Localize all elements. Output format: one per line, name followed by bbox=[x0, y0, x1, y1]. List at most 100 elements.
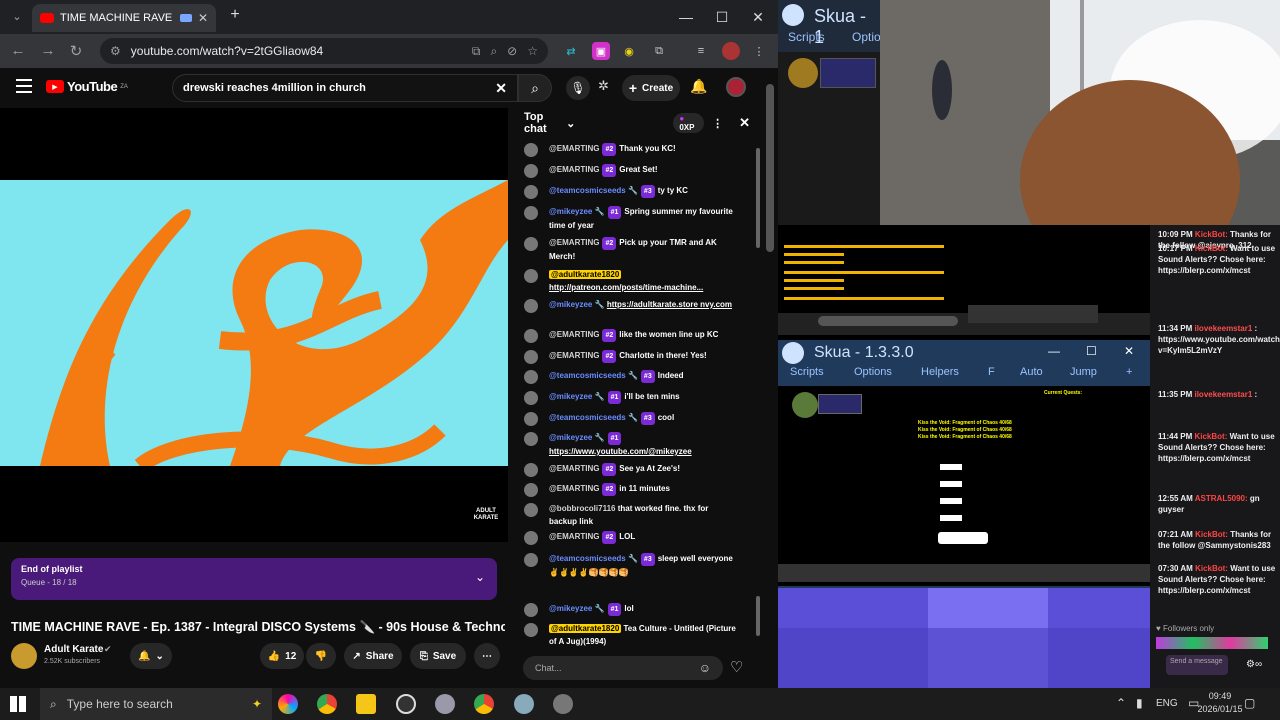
chat-message-text[interactable]: https://www.youtube.com/@mikeyzee bbox=[549, 447, 692, 456]
extension-pink-icon[interactable]: ▣ bbox=[592, 42, 610, 60]
save-button[interactable]: ⎘ Save bbox=[410, 643, 466, 669]
chat-author-avatar[interactable] bbox=[524, 603, 538, 617]
chat-mode-dropdown[interactable]: Top chat bbox=[524, 111, 562, 135]
chat-author-avatar[interactable] bbox=[524, 553, 538, 567]
chat-author[interactable]: @EMARTING bbox=[549, 238, 599, 247]
chat-author[interactable]: @teamcosmicseeds 🔧 bbox=[549, 554, 638, 563]
share-button[interactable]: ↗ Share bbox=[344, 643, 402, 669]
chat-author-avatar[interactable] bbox=[524, 350, 538, 364]
video-player[interactable]: ADULT KARATE bbox=[0, 108, 508, 542]
chat-scrollbar[interactable] bbox=[756, 148, 760, 248]
chat-author-avatar[interactable] bbox=[524, 206, 538, 220]
chat-author[interactable]: @teamcosmicseeds 🔧 bbox=[549, 186, 638, 195]
search-button[interactable]: ⌕ bbox=[518, 74, 552, 102]
extension-gear-icon[interactable]: ✲ bbox=[598, 78, 616, 96]
search-input[interactable]: drewski reaches 4million in church ✕ bbox=[172, 74, 518, 102]
notification-toggle-button[interactable]: 🔔 ⌄ bbox=[130, 643, 172, 669]
zoom-icon[interactable]: ⌕ bbox=[490, 44, 497, 59]
chevron-down-icon[interactable]: ⌄ bbox=[566, 117, 575, 130]
chat-author[interactable]: @mikeyzee 🔧 bbox=[549, 392, 605, 401]
create-button[interactable]: + Create bbox=[622, 75, 680, 101]
chat-author-avatar[interactable] bbox=[524, 503, 538, 517]
skua-app-icon[interactable] bbox=[514, 694, 534, 714]
chat-settings-icon[interactable]: ⚙∞ bbox=[1246, 659, 1262, 670]
emoji-icon[interactable]: ☺ bbox=[699, 661, 711, 675]
chat-message-text[interactable]: https://adultkarate.store nvy.com bbox=[607, 300, 732, 309]
chat-author-avatar[interactable] bbox=[524, 432, 538, 446]
chat-author-avatar[interactable] bbox=[524, 329, 538, 343]
chat-author-avatar[interactable] bbox=[524, 299, 538, 313]
dislike-button[interactable]: 👎 bbox=[306, 643, 336, 669]
chat-author[interactable]: @EMARTING bbox=[549, 484, 599, 493]
skua-menu-f[interactable]: F bbox=[988, 366, 995, 378]
language-indicator[interactable]: ENG bbox=[1156, 698, 1178, 709]
clock-date[interactable]: 2026/01/15 bbox=[1196, 704, 1244, 714]
copilot-icon[interactable] bbox=[278, 694, 298, 714]
twitch-username[interactable]: KickBot: bbox=[1195, 530, 1228, 539]
skua-top-menu-scripts[interactable]: Scripts bbox=[788, 30, 825, 44]
reload-icon[interactable]: ↻ bbox=[66, 42, 86, 60]
channel-name[interactable]: Adult Karate bbox=[44, 644, 103, 655]
extensions-puzzle-icon[interactable]: ⧉ bbox=[650, 42, 668, 60]
twitch-username[interactable]: ASTRAL5090: bbox=[1195, 494, 1248, 503]
clear-search-icon[interactable]: ✕ bbox=[495, 80, 507, 97]
chat-author-avatar[interactable] bbox=[524, 370, 538, 384]
microphone-tray-icon[interactable]: ▮ bbox=[1136, 696, 1143, 710]
chat-author[interactable]: @EMARTING bbox=[549, 464, 599, 473]
chat-author[interactable]: @EMARTING bbox=[549, 144, 599, 153]
chat-author[interactable]: @teamcosmicseeds 🔧 bbox=[549, 371, 638, 380]
chat-author[interactable]: @bobbrocoli7116 bbox=[549, 504, 615, 513]
back-icon[interactable]: ← bbox=[8, 42, 28, 60]
chat-scrollbar-lower[interactable] bbox=[756, 596, 760, 636]
account-avatar[interactable] bbox=[726, 77, 746, 97]
chat-author[interactable]: @mikeyzee 🔧 bbox=[549, 300, 605, 309]
chat-author[interactable]: @adultkarate1820 bbox=[549, 624, 622, 633]
channel-avatar[interactable] bbox=[11, 643, 37, 669]
profile-avatar[interactable] bbox=[722, 42, 740, 60]
more-actions-button[interactable]: ⋯ bbox=[474, 643, 500, 669]
chat-author-avatar[interactable] bbox=[524, 623, 538, 637]
xp-badge[interactable]: ● 0XP bbox=[673, 113, 705, 133]
twitch-username[interactable]: ilovekeemstar1 bbox=[1194, 324, 1252, 333]
chat-author[interactable]: @adultkarate1820 bbox=[549, 270, 622, 279]
chat-author-avatar[interactable] bbox=[524, 463, 538, 477]
chat-author-avatar[interactable] bbox=[524, 143, 538, 157]
chat-close-icon[interactable]: ✕ bbox=[739, 115, 750, 131]
eye-off-icon[interactable]: ⊘ bbox=[507, 44, 517, 58]
chevron-down-icon[interactable]: ⌄ bbox=[475, 570, 485, 584]
app-icon-1[interactable] bbox=[435, 694, 455, 714]
close-window-button[interactable]: ✕ bbox=[746, 6, 770, 28]
skua-top-menu-options[interactable]: Optio bbox=[852, 30, 881, 44]
youtube-logo[interactable]: ▶ YouTube ZA bbox=[46, 79, 128, 94]
install-icon[interactable]: ⧉ bbox=[472, 44, 481, 59]
notification-center-icon[interactable]: ▢ bbox=[1244, 696, 1255, 710]
notifications-bell-icon[interactable]: 🔔 bbox=[690, 78, 707, 95]
chat-author-avatar[interactable] bbox=[524, 391, 538, 405]
chat-author[interactable]: @EMARTING bbox=[549, 351, 599, 360]
chat-input[interactable]: Chat... ☺ bbox=[523, 656, 723, 680]
chat-author[interactable]: @mikeyzee 🔧 bbox=[549, 207, 605, 216]
twitch-send-input[interactable]: Send a message bbox=[1166, 655, 1228, 675]
settings-gear-icon[interactable] bbox=[553, 694, 573, 714]
chat-author-avatar[interactable] bbox=[524, 483, 538, 497]
taskbar-search[interactable]: ⌕ Type here to search ✦ bbox=[40, 688, 272, 720]
chat-author-avatar[interactable] bbox=[524, 164, 538, 178]
chat-author-avatar[interactable] bbox=[524, 185, 538, 199]
skua-minimize-button[interactable]: — bbox=[1048, 344, 1060, 358]
chat-author[interactable]: @EMARTING bbox=[549, 532, 599, 541]
tab-close-icon[interactable]: ✕ bbox=[198, 11, 208, 25]
twitch-username[interactable]: ilovekeemstar1 bbox=[1194, 390, 1252, 399]
browser-tab[interactable]: TIME MACHINE RAVE - Ep. ✕ bbox=[32, 4, 216, 32]
skua-menu-scripts[interactable]: Scripts bbox=[790, 366, 824, 378]
chat-author-avatar[interactable] bbox=[524, 269, 538, 283]
chat-more-icon[interactable]: ⋮ bbox=[712, 117, 723, 130]
tray-chevron-icon[interactable]: ⌃ bbox=[1116, 696, 1126, 710]
forward-icon[interactable]: → bbox=[38, 42, 58, 60]
chat-author[interactable]: @EMARTING bbox=[549, 330, 599, 339]
minimize-button[interactable]: — bbox=[674, 6, 698, 28]
voice-search-button[interactable]: 🎙 bbox=[566, 76, 590, 100]
skua-menu-helpers[interactable]: Helpers bbox=[921, 366, 959, 378]
obs-icon[interactable] bbox=[396, 694, 416, 714]
clock-time[interactable]: 09:49 bbox=[1196, 691, 1244, 701]
hamburger-menu-icon[interactable] bbox=[16, 79, 32, 93]
